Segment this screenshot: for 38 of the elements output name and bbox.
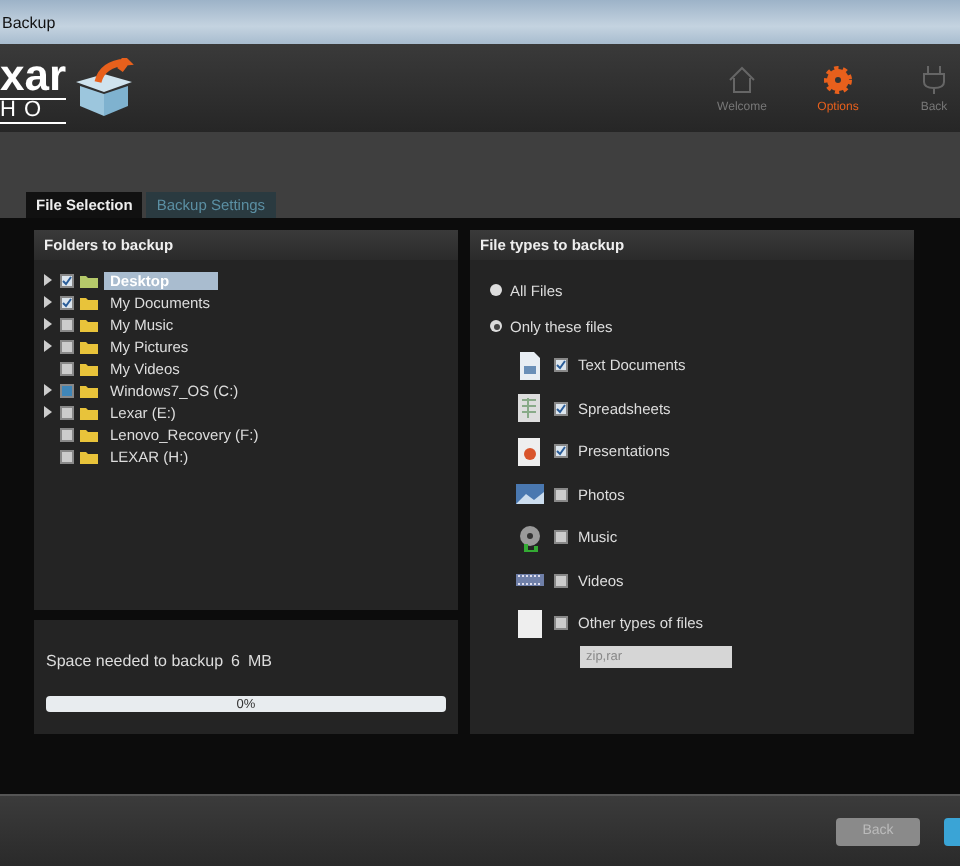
- checkbox[interactable]: [60, 295, 74, 309]
- checkbox[interactable]: [554, 444, 568, 459]
- photo-icon: [516, 480, 544, 509]
- expand-arrow-icon[interactable]: [42, 296, 54, 308]
- expand-arrow-icon[interactable]: [42, 406, 54, 418]
- checkbox[interactable]: [554, 573, 568, 588]
- document-icon: [516, 351, 544, 380]
- checkbox[interactable]: [554, 401, 568, 416]
- checkbox[interactable]: [60, 427, 74, 441]
- checkbox[interactable]: [60, 317, 74, 331]
- presentation-icon: [516, 437, 544, 466]
- expand-arrow-icon[interactable]: [42, 318, 54, 330]
- blank-file-icon: [516, 609, 544, 638]
- plug-icon: [922, 63, 946, 95]
- checkbox[interactable]: [60, 273, 74, 287]
- space-amount: 6: [231, 652, 240, 670]
- expand-arrow-icon[interactable]: [42, 384, 54, 396]
- music-disc-icon: [516, 523, 544, 552]
- logo-text: xar: [0, 53, 67, 97]
- space-label: Space needed to backup: [46, 652, 224, 670]
- checkbox[interactable]: [60, 449, 74, 463]
- checkbox[interactable]: [554, 487, 568, 502]
- window-title: Backup: [2, 13, 56, 31]
- settings-icon: [822, 63, 854, 95]
- checkbox[interactable]: [554, 358, 568, 373]
- checkbox[interactable]: [554, 530, 568, 545]
- expand-arrow-icon[interactable]: [42, 274, 54, 286]
- checkbox[interactable]: [60, 405, 74, 419]
- checkbox[interactable]: [60, 339, 74, 353]
- space-unit: MB: [247, 652, 272, 670]
- spreadsheet-icon: [516, 394, 544, 423]
- house-icon: [726, 63, 758, 95]
- checkbox[interactable]: [60, 383, 74, 397]
- logo-subtext: HO: [0, 97, 67, 123]
- next-button[interactable]: [944, 817, 960, 845]
- checkbox[interactable]: [554, 616, 568, 631]
- checkbox[interactable]: [60, 361, 74, 375]
- expand-arrow-icon[interactable]: [42, 340, 54, 352]
